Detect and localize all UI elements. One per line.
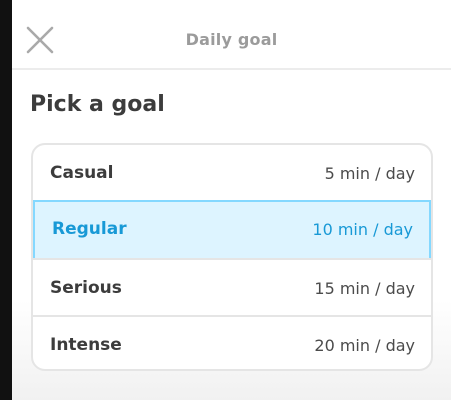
daily-goal-screen: Daily goal Pick a goal Casual 5 min / da… <box>12 0 451 400</box>
goal-name: Serious <box>50 278 122 298</box>
goal-option-serious[interactable]: Serious 15 min / day <box>33 258 431 315</box>
goal-list: Casual 5 min / day Regular 10 min / day … <box>31 143 433 371</box>
header-bar: Daily goal <box>12 0 451 70</box>
goal-heading: Pick a goal <box>30 92 165 117</box>
goal-time: 15 min / day <box>314 279 415 298</box>
goal-time: 5 min / day <box>324 164 415 183</box>
goal-name: Casual <box>50 163 114 183</box>
device-frame-edge <box>0 0 12 400</box>
goal-time: 10 min / day <box>312 220 413 239</box>
goal-option-regular[interactable]: Regular 10 min / day <box>33 200 431 260</box>
goal-time: 20 min / day <box>314 336 415 355</box>
goal-name: Regular <box>52 219 127 239</box>
page-title: Daily goal <box>185 30 278 49</box>
goal-name: Intense <box>50 335 122 355</box>
goal-option-casual[interactable]: Casual 5 min / day <box>33 145 431 202</box>
goal-option-intense[interactable]: Intense 20 min / day <box>33 315 431 369</box>
